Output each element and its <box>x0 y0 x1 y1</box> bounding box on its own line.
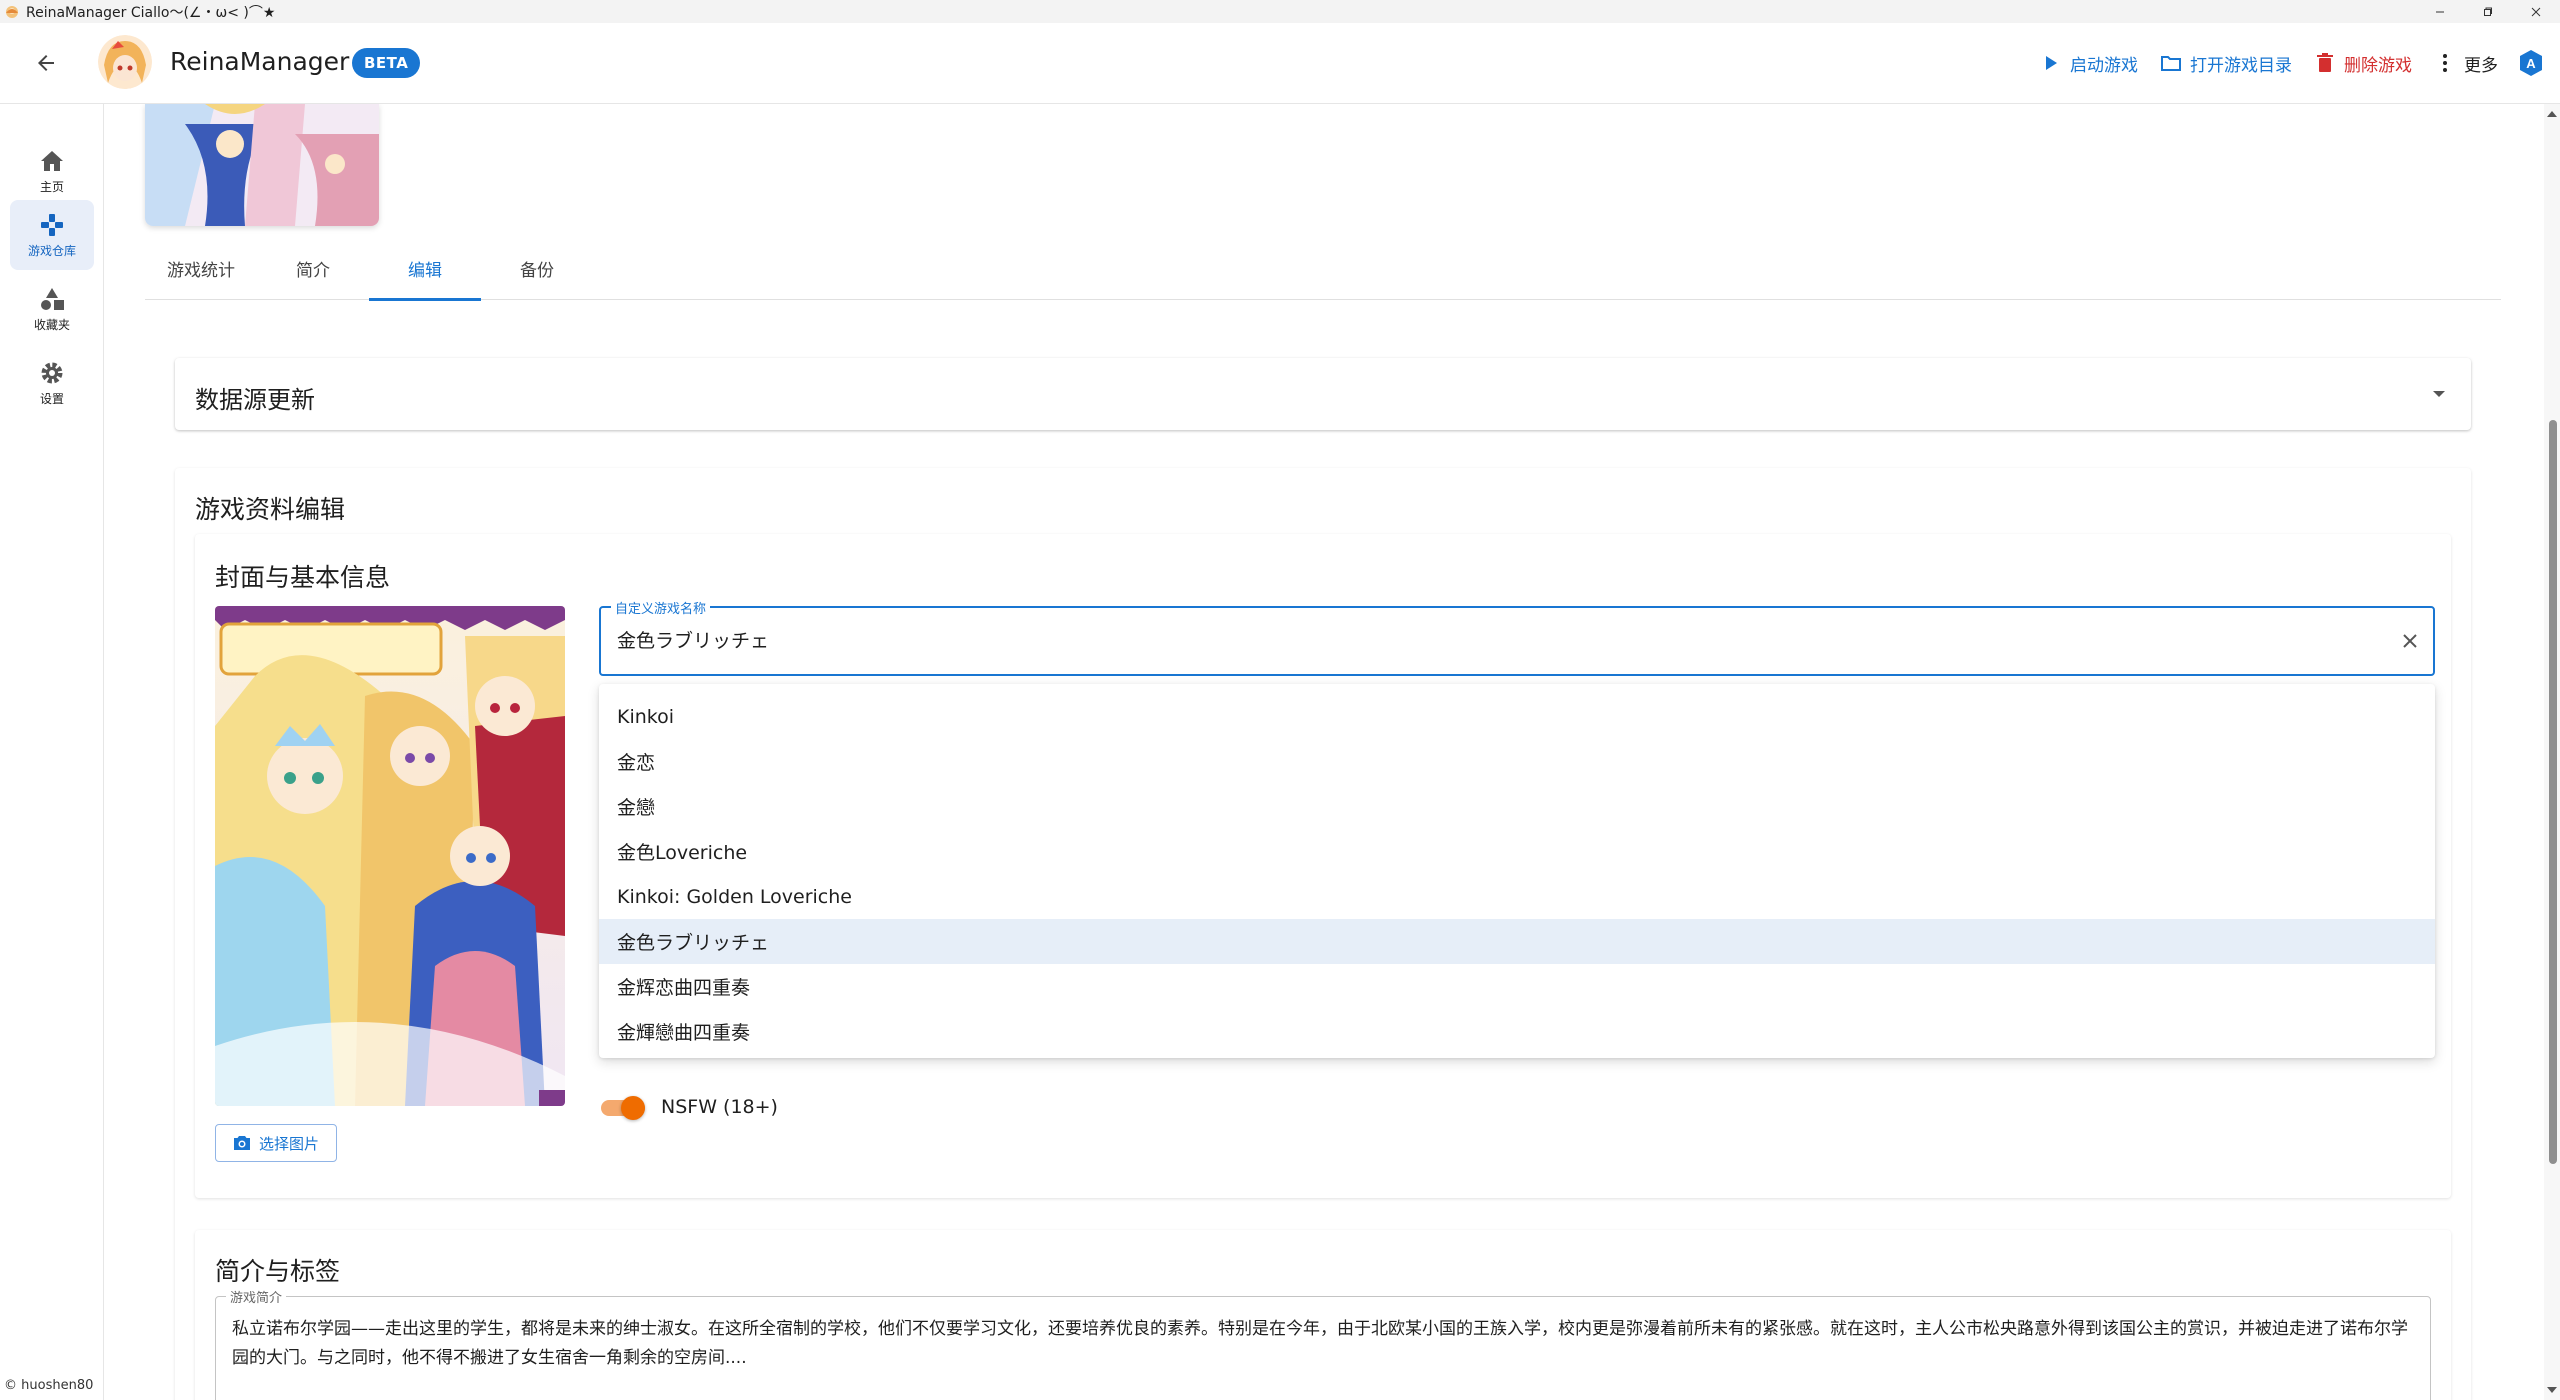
suggestion-option[interactable]: 金辉恋曲四重奏 <box>599 964 2435 1009</box>
custom-name-label: 自定义游戏名称 <box>611 598 711 617</box>
nav-item-library[interactable]: 游戏仓库 <box>10 200 94 270</box>
nav-item-label: 设置 <box>39 392 64 406</box>
camera-icon <box>233 1134 251 1152</box>
description-textarea[interactable]: 私立诺布尔学园——走出这里的学生，都将是未来的绅士淑女。在这所全宿制的学校，他们… <box>232 1315 2412 1373</box>
suggestion-option[interactable]: 金戀 <box>599 784 2435 829</box>
game-detail-tabs: 游戏统计 简介 编辑 备份 <box>145 236 2501 301</box>
datasource-title: 数据源更新 <box>195 386 315 414</box>
delete-game-label: 删除游戏 <box>2344 55 2412 76</box>
beta-badge: BETA <box>352 48 421 78</box>
scrollbar-thumb[interactable] <box>2549 420 2557 1164</box>
side-navigation: 主页 游戏仓库 收藏夹 设置 <box>0 104 104 1400</box>
app-bar: ReinaManager BETA 启动游戏 打开游戏目录 删除游戏 更多 A <box>0 23 2560 104</box>
restore-button[interactable] <box>2464 0 2512 23</box>
launch-game-label: 启动游戏 <box>2070 55 2138 76</box>
app-title: ReinaManager <box>170 47 350 76</box>
cover-section-title: 封面与基本信息 <box>215 563 391 592</box>
tab-stats[interactable]: 游戏统计 <box>145 236 257 300</box>
more-menu-button[interactable]: 更多 <box>2434 51 2498 76</box>
tab-backup[interactable]: 备份 <box>481 236 593 300</box>
open-game-dir-button[interactable]: 打开游戏目录 <box>2160 51 2292 76</box>
translate-icon[interactable]: A <box>2516 48 2546 78</box>
tab-edit[interactable]: 编辑 <box>369 236 481 301</box>
description-label: 游戏简介 <box>226 1287 287 1306</box>
scroll-up-icon[interactable] <box>2546 108 2558 120</box>
pick-image-label: 选择图片 <box>258 1134 319 1153</box>
open-game-dir-label: 打开游戏目录 <box>2190 55 2292 76</box>
page-scrollbar[interactable] <box>2544 104 2560 1400</box>
tab-intro[interactable]: 简介 <box>257 236 369 300</box>
suggestion-option[interactable]: 金輝戀曲四重奏 <box>599 1009 2435 1054</box>
minimize-button[interactable] <box>2416 0 2464 23</box>
more-vert-icon <box>2434 52 2456 74</box>
folder-icon <box>2160 52 2182 74</box>
main-content: 游戏统计 简介 编辑 备份 数据源更新 游戏资料编辑 封面与基本信息 选择图片 … <box>105 104 2544 1400</box>
suggestion-option-selected[interactable]: 金色ラブリッチェ <box>599 919 2435 964</box>
window-title: ReinaManager Ciallo～(∠・ω< )⌒★ <box>26 4 276 21</box>
expand-more-icon[interactable] <box>2429 384 2449 404</box>
name-suggestions-dropdown: Kinkoi 金恋 金戀 金色Loveriche Kinkoi: Golden … <box>599 684 2435 1058</box>
nav-item-home[interactable]: 主页 <box>10 136 94 206</box>
nav-item-label: 收藏夹 <box>33 318 70 332</box>
more-label: 更多 <box>2464 55 2498 76</box>
suggestion-option[interactable]: Kinkoi: Golden Loveriche <box>599 874 2435 919</box>
copyright-text: © huoshen80 <box>4 1378 94 1393</box>
custom-name-field[interactable]: 自定义游戏名称 <box>599 598 2435 676</box>
window-titlebar: ReinaManager Ciallo～(∠・ω< )⌒★ <box>0 0 2560 23</box>
nsfw-label: NSFW (18+) <box>661 1096 778 1118</box>
game-cover-thumbnail <box>145 104 379 226</box>
description-section-title: 简介与标签 <box>215 1257 341 1286</box>
pick-image-button[interactable]: 选择图片 <box>215 1124 337 1162</box>
gear-icon <box>38 359 66 387</box>
delete-game-button[interactable]: 删除游戏 <box>2314 51 2412 76</box>
nav-item-settings[interactable]: 设置 <box>10 348 94 418</box>
clear-icon[interactable] <box>2399 630 2421 652</box>
play-icon <box>2040 52 2062 74</box>
description-tags-card: 简介与标签 游戏简介 私立诺布尔学园——走出这里的学生，都将是未来的绅士淑女。在… <box>195 1230 2451 1400</box>
nav-item-label: 主页 <box>39 180 64 194</box>
suggestion-option[interactable]: 金色Loveriche <box>599 829 2435 874</box>
nsfw-switch[interactable] <box>599 1092 649 1122</box>
nav-item-label: 游戏仓库 <box>27 244 76 258</box>
app-logo <box>98 35 152 89</box>
back-button[interactable] <box>30 47 62 79</box>
home-icon <box>38 147 66 175</box>
game-edit-card: 游戏资料编辑 封面与基本信息 选择图片 自定义游戏名称 金色ラブリッチェ Kin… <box>175 468 2471 1400</box>
trash-icon <box>2314 52 2336 74</box>
suggestion-option[interactable]: Kinkoi <box>599 694 2435 739</box>
cover-basic-info-card: 封面与基本信息 选择图片 自定义游戏名称 金色ラブリッチェ Kinkoi 金恋 … <box>195 534 2451 1198</box>
app-icon <box>4 4 20 20</box>
launch-game-button[interactable]: 启动游戏 <box>2040 51 2138 76</box>
game-cover-image <box>215 606 565 1106</box>
nsfw-toggle-row: NSFW (18+) <box>599 1092 778 1122</box>
description-field[interactable]: 游戏简介 私立诺布尔学园——走出这里的学生，都将是未来的绅士淑女。在这所全宿制的… <box>215 1287 2431 1400</box>
suggestion-option[interactable]: 金恋 <box>599 739 2435 784</box>
close-window-button[interactable] <box>2512 0 2560 23</box>
custom-name-input[interactable] <box>617 628 2317 650</box>
arrow-back-icon <box>38 55 54 71</box>
nav-item-favorites[interactable]: 收藏夹 <box>10 274 94 344</box>
svg-text:A: A <box>2526 56 2536 71</box>
scroll-down-icon[interactable] <box>2546 1384 2558 1396</box>
edit-section-title: 游戏资料编辑 <box>195 495 346 524</box>
gamepad-icon <box>38 211 66 239</box>
datasource-accordion[interactable]: 数据源更新 <box>175 358 2471 430</box>
category-icon <box>38 285 66 313</box>
